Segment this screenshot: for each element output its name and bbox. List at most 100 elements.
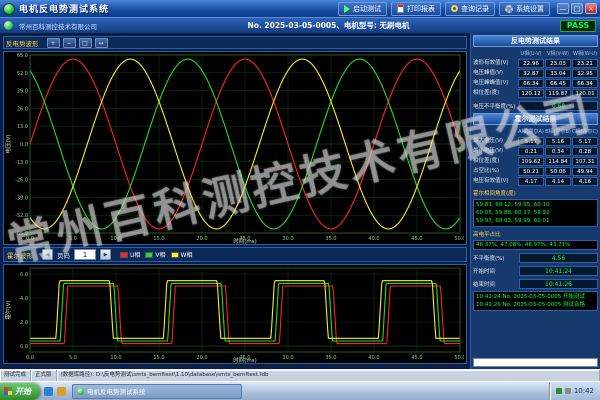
legend-item: V相 bbox=[145, 250, 165, 259]
zoom-box-icon[interactable]: □ bbox=[79, 38, 92, 48]
query-records-button[interactable]: 查询记录 bbox=[445, 2, 495, 16]
svg-text:13.0: 13.0 bbox=[17, 124, 28, 130]
hall-angle-listbox[interactable]: 59.83, 60.12, 59.95, 60.1060.05, 59.88, … bbox=[473, 199, 598, 227]
svg-text:40.0: 40.0 bbox=[368, 355, 379, 361]
quick-launch-icon-1[interactable] bbox=[44, 387, 53, 396]
hall-chart-frame: 0.05.010.015.020.025.030.035.040.045.050… bbox=[3, 264, 467, 364]
zoom-out-icon[interactable]: − bbox=[63, 38, 76, 48]
value-cell: 33.04 bbox=[545, 69, 571, 78]
duty-summary-label: 高电平占比 bbox=[473, 230, 598, 238]
row-label: 占空比(%) bbox=[473, 167, 517, 176]
svg-text:26.0: 26.0 bbox=[17, 106, 28, 112]
page-prev-button[interactable]: ◀ bbox=[42, 249, 53, 260]
bemf-result-row: 相位差(度)120.12119.87120.01 bbox=[473, 89, 598, 98]
minimize-button[interactable]: — bbox=[557, 3, 569, 14]
bemf-unbalance-value: 0.68 bbox=[519, 101, 598, 111]
value-cell: 120.01 bbox=[572, 89, 598, 98]
bemf-results-table: U相(U-V)V相(V-W)W相(W-U)波形有效值(V)22.9623.032… bbox=[473, 49, 598, 98]
svg-text:40.0: 40.0 bbox=[368, 236, 379, 242]
bemf-unbalance-label: 电压不平衡度(%) bbox=[473, 102, 517, 110]
legend-color-icon bbox=[145, 252, 153, 258]
results-panel: 反电势测试结果 U相(U-V)V相(V-W)W相(W-U)波形有效值(V)22.… bbox=[470, 33, 600, 369]
svg-text:0.0: 0.0 bbox=[26, 355, 34, 361]
row-label: 电压有效值(V) bbox=[473, 177, 517, 186]
column-spacer bbox=[473, 128, 517, 136]
hall-result-row: 最大电压(V)5.175.165.17 bbox=[473, 137, 598, 146]
gear-icon bbox=[505, 5, 513, 13]
print-report-label: 打印报表 bbox=[407, 4, 435, 14]
test-record-list[interactable]: 10:41:24 No. 2025-03-05-0005 开始测试10:41:2… bbox=[473, 291, 598, 311]
value-cell: 32.87 bbox=[518, 69, 544, 78]
value-cell: 107.31 bbox=[572, 157, 598, 166]
close-button[interactable]: × bbox=[585, 3, 597, 14]
value-cell: 5.17 bbox=[572, 137, 598, 146]
start-time-label: 开始时间 bbox=[473, 267, 517, 275]
svg-text:霍尔(V): 霍尔(V) bbox=[4, 300, 12, 319]
print-report-button[interactable]: 打印报表 bbox=[391, 2, 441, 16]
column-header: V相(V-W) bbox=[545, 50, 571, 58]
hall-result-row: 占空比(%)50.2150.0649.94 bbox=[473, 167, 598, 176]
windows-flag-icon bbox=[4, 387, 12, 395]
maximize-button[interactable]: □ bbox=[571, 3, 583, 14]
company-logo-icon bbox=[4, 21, 13, 30]
value-cell: 4.14 bbox=[545, 177, 571, 186]
row-label: 波形有效值(V) bbox=[473, 59, 517, 68]
svg-text:-52.0: -52.0 bbox=[15, 213, 28, 219]
svg-text:52.0: 52.0 bbox=[17, 71, 28, 77]
duty-summary-value: 46.37%, 47.08%, 48.97%, 43.71% bbox=[473, 240, 598, 250]
query-records-label: 查询记录 bbox=[461, 4, 489, 14]
os-taskbar: 开始 电机反电势测试系统 10:42 bbox=[0, 381, 600, 400]
hall-result-row: 相位差(度)109.62114.84107.31 bbox=[473, 157, 598, 166]
pan-icon[interactable]: ↔ bbox=[95, 38, 108, 48]
svg-text:50.0: 50.0 bbox=[454, 355, 464, 361]
hall-waveform-chart[interactable]: 0.05.010.015.020.025.030.035.040.045.050… bbox=[4, 265, 464, 363]
value-cell: 66.45 bbox=[545, 79, 571, 88]
page-value-input[interactable]: 1 bbox=[74, 249, 96, 260]
angle-list-line: 60.05, 59.88, 60.17, 59.92 bbox=[476, 209, 595, 217]
svg-text:35.0: 35.0 bbox=[325, 236, 336, 242]
subheader-bar: 常州百科测控技术有限公司 No. 2025-03-05-0005、电机型号: 无… bbox=[0, 17, 600, 33]
row-label: 相位差(度) bbox=[473, 89, 517, 98]
tray-icon-1[interactable] bbox=[556, 388, 562, 394]
svg-text:4.0: 4.0 bbox=[20, 296, 28, 302]
end-time-label: 结束时间 bbox=[473, 280, 517, 288]
bemf-result-row: 波形有效值(V)22.9623.0323.21 bbox=[473, 59, 598, 68]
svg-text:2.0: 2.0 bbox=[20, 320, 28, 326]
system-settings-button[interactable]: 系统设置 bbox=[499, 2, 550, 16]
hall-result-row: 最小电压(V)0.210.340.28 bbox=[473, 147, 598, 156]
hall-chart-tab[interactable]: 霍尔波形 bbox=[7, 250, 33, 260]
value-cell: 5.17 bbox=[518, 137, 544, 146]
end-time-row: 结束时间 10:41:26 bbox=[473, 279, 598, 289]
hall-angle-label: 霍尔相间角度(度) bbox=[473, 189, 598, 197]
svg-text:15.0: 15.0 bbox=[153, 355, 164, 361]
angle-list-line: 59.83, 60.12, 59.95, 60.10 bbox=[476, 201, 595, 209]
taskbar-app-button[interactable]: 电机反电势测试系统 bbox=[72, 384, 242, 399]
zoom-in-icon[interactable]: + bbox=[47, 38, 60, 48]
system-settings-label: 系统设置 bbox=[516, 4, 544, 14]
legend-label: V相 bbox=[155, 250, 165, 259]
start-menu-button[interactable]: 开始 bbox=[0, 383, 40, 400]
record-line: 10:41:24 No. 2025-03-05-0005 开始测试 bbox=[476, 293, 595, 301]
legend-label: U相 bbox=[130, 250, 140, 259]
svg-text:45.0: 45.0 bbox=[411, 355, 422, 361]
svg-text:45.0: 45.0 bbox=[411, 236, 422, 242]
bemf-chart-tab[interactable]: 反电势波形 bbox=[6, 38, 39, 48]
app-window: 电机反电势测试系统 启动测试 打印报表 查询记录 系统设置 — □ × 常州百科… bbox=[0, 0, 600, 400]
legend-item: U相 bbox=[120, 250, 140, 259]
svg-text:时间(ms): 时间(ms) bbox=[233, 237, 257, 244]
value-cell: 49.94 bbox=[572, 167, 598, 176]
start-test-button[interactable]: 启动测试 bbox=[338, 2, 387, 16]
value-cell: 4.17 bbox=[518, 177, 544, 186]
svg-text:10.0: 10.0 bbox=[110, 355, 121, 361]
quick-launch-icon-2[interactable] bbox=[57, 387, 66, 396]
svg-text:时间(ms): 时间(ms) bbox=[233, 356, 257, 363]
hall-unbalance-row: 不平衡度(%) 4.56 bbox=[473, 253, 598, 263]
main-area: 常州百科测控技术有限公司 反电势波形 + − □ ↔ 0.05.010.015.… bbox=[0, 33, 600, 369]
tray-icon-2[interactable] bbox=[565, 388, 571, 394]
row-label: 电压峰峰值(V) bbox=[473, 79, 517, 88]
chart-control-strip: 霍尔波形 ◀ 页码 1 ▶ U相V相W相 bbox=[3, 247, 467, 262]
svg-text:20.0: 20.0 bbox=[196, 355, 207, 361]
bemf-waveform-chart[interactable]: 0.05.010.015.020.025.030.035.040.045.050… bbox=[4, 52, 464, 244]
page-next-button[interactable]: ▶ bbox=[100, 249, 111, 260]
record-line: 10:41:26 No. 2025-03-05-0005 测试合格 bbox=[476, 301, 595, 309]
